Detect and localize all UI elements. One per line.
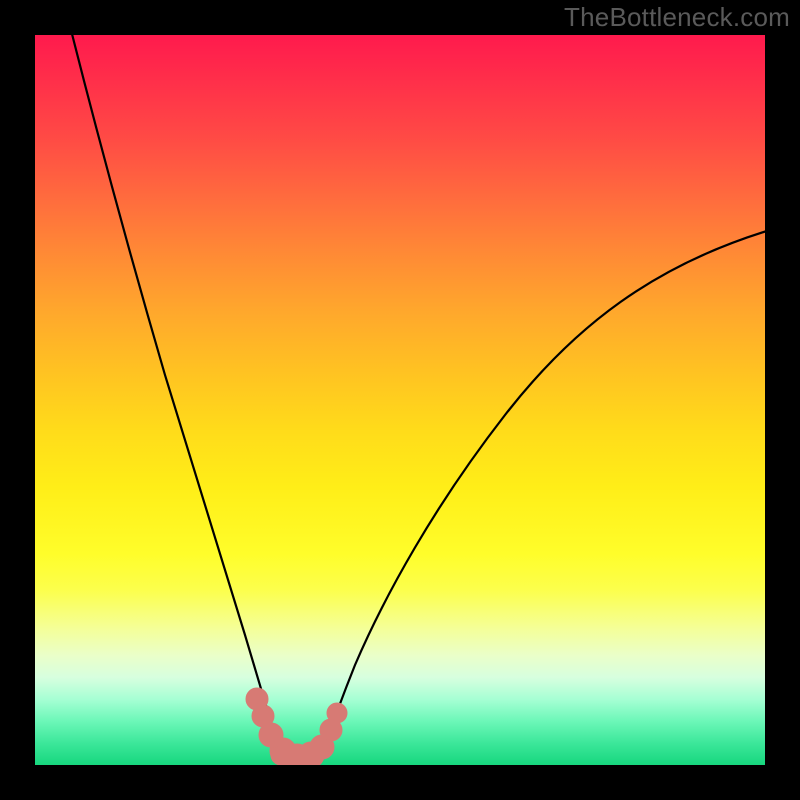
watermark-text: TheBottleneck.com <box>564 2 790 33</box>
curve-layer <box>35 35 765 765</box>
bottleneck-curve-right <box>318 230 765 765</box>
valley-marker <box>327 703 347 723</box>
bottleneck-curve-left <box>71 35 285 765</box>
chart-container: TheBottleneck.com <box>0 0 800 800</box>
plot-area <box>35 35 765 765</box>
valley-marker-floor <box>271 745 323 765</box>
valley-marker-cluster <box>246 688 347 765</box>
